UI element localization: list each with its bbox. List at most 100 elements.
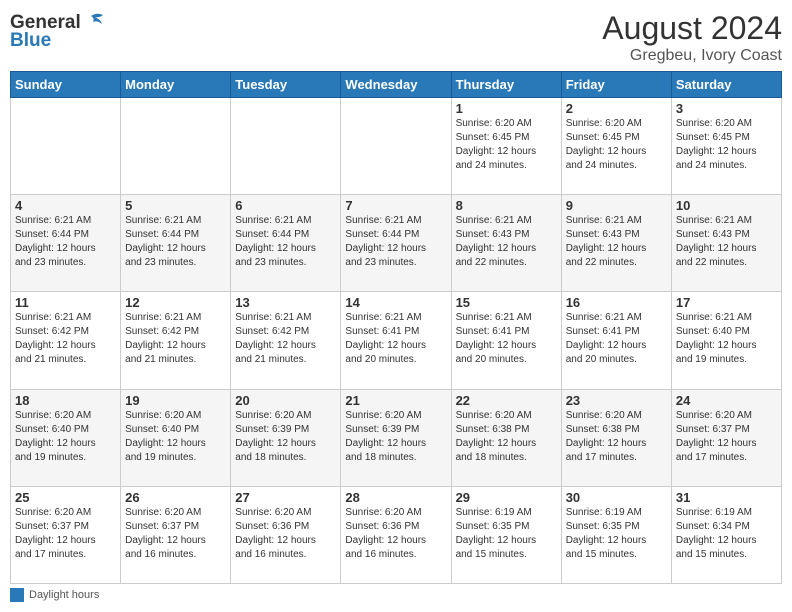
- calendar-header-saturday: Saturday: [671, 72, 781, 98]
- calendar-day-1: 1Sunrise: 6:20 AM Sunset: 6:45 PM Daylig…: [451, 98, 561, 195]
- calendar-week-row: 11Sunrise: 6:21 AM Sunset: 6:42 PM Dayli…: [11, 292, 782, 389]
- day-info: Sunrise: 6:20 AM Sunset: 6:39 PM Dayligh…: [345, 409, 446, 465]
- day-number: 29: [456, 490, 557, 505]
- calendar-day-9: 9Sunrise: 6:21 AM Sunset: 6:43 PM Daylig…: [561, 195, 671, 292]
- day-number: 28: [345, 490, 446, 505]
- day-info: Sunrise: 6:21 AM Sunset: 6:41 PM Dayligh…: [456, 311, 557, 367]
- calendar-day-3: 3Sunrise: 6:20 AM Sunset: 6:45 PM Daylig…: [671, 98, 781, 195]
- day-number: 15: [456, 295, 557, 310]
- calendar-day-8: 8Sunrise: 6:21 AM Sunset: 6:43 PM Daylig…: [451, 195, 561, 292]
- day-info: Sunrise: 6:20 AM Sunset: 6:45 PM Dayligh…: [456, 117, 557, 173]
- header: General Blue August 2024 Gregbeu, Ivory …: [10, 10, 782, 65]
- day-number: 5: [125, 198, 226, 213]
- calendar-day-12: 12Sunrise: 6:21 AM Sunset: 6:42 PM Dayli…: [121, 292, 231, 389]
- day-info: Sunrise: 6:21 AM Sunset: 6:44 PM Dayligh…: [345, 214, 446, 270]
- day-info: Sunrise: 6:20 AM Sunset: 6:37 PM Dayligh…: [15, 506, 116, 562]
- day-info: Sunrise: 6:20 AM Sunset: 6:36 PM Dayligh…: [235, 506, 336, 562]
- page: General Blue August 2024 Gregbeu, Ivory …: [0, 0, 792, 612]
- day-number: 13: [235, 295, 336, 310]
- day-info: Sunrise: 6:21 AM Sunset: 6:42 PM Dayligh…: [15, 311, 116, 367]
- day-info: Sunrise: 6:19 AM Sunset: 6:35 PM Dayligh…: [566, 506, 667, 562]
- day-info: Sunrise: 6:20 AM Sunset: 6:39 PM Dayligh…: [235, 409, 336, 465]
- calendar-day-16: 16Sunrise: 6:21 AM Sunset: 6:41 PM Dayli…: [561, 292, 671, 389]
- day-number: 27: [235, 490, 336, 505]
- calendar-day-11: 11Sunrise: 6:21 AM Sunset: 6:42 PM Dayli…: [11, 292, 121, 389]
- calendar-day-24: 24Sunrise: 6:20 AM Sunset: 6:37 PM Dayli…: [671, 389, 781, 486]
- calendar-header-friday: Friday: [561, 72, 671, 98]
- calendar-day-4: 4Sunrise: 6:21 AM Sunset: 6:44 PM Daylig…: [11, 195, 121, 292]
- day-info: Sunrise: 6:20 AM Sunset: 6:40 PM Dayligh…: [125, 409, 226, 465]
- calendar-day-13: 13Sunrise: 6:21 AM Sunset: 6:42 PM Dayli…: [231, 292, 341, 389]
- calendar-header-wednesday: Wednesday: [341, 72, 451, 98]
- calendar-day-28: 28Sunrise: 6:20 AM Sunset: 6:36 PM Dayli…: [341, 486, 451, 583]
- day-info: Sunrise: 6:20 AM Sunset: 6:45 PM Dayligh…: [566, 117, 667, 173]
- day-info: Sunrise: 6:21 AM Sunset: 6:41 PM Dayligh…: [566, 311, 667, 367]
- day-number: 11: [15, 295, 116, 310]
- day-info: Sunrise: 6:20 AM Sunset: 6:37 PM Dayligh…: [676, 409, 777, 465]
- calendar-week-row: 18Sunrise: 6:20 AM Sunset: 6:40 PM Dayli…: [11, 389, 782, 486]
- calendar-day-21: 21Sunrise: 6:20 AM Sunset: 6:39 PM Dayli…: [341, 389, 451, 486]
- day-number: 26: [125, 490, 226, 505]
- day-number: 3: [676, 101, 777, 116]
- day-info: Sunrise: 6:20 AM Sunset: 6:38 PM Dayligh…: [456, 409, 557, 465]
- day-number: 25: [15, 490, 116, 505]
- day-info: Sunrise: 6:21 AM Sunset: 6:43 PM Dayligh…: [456, 214, 557, 270]
- subtitle: Gregbeu, Ivory Coast: [602, 47, 782, 65]
- calendar-day-29: 29Sunrise: 6:19 AM Sunset: 6:35 PM Dayli…: [451, 486, 561, 583]
- calendar-table: SundayMondayTuesdayWednesdayThursdayFrid…: [10, 71, 782, 584]
- calendar-day-14: 14Sunrise: 6:21 AM Sunset: 6:41 PM Dayli…: [341, 292, 451, 389]
- calendar-header-row: SundayMondayTuesdayWednesdayThursdayFrid…: [11, 72, 782, 98]
- calendar-empty-cell: [121, 98, 231, 195]
- calendar-day-2: 2Sunrise: 6:20 AM Sunset: 6:45 PM Daylig…: [561, 98, 671, 195]
- calendar-empty-cell: [341, 98, 451, 195]
- day-info: Sunrise: 6:20 AM Sunset: 6:37 PM Dayligh…: [125, 506, 226, 562]
- calendar-empty-cell: [11, 98, 121, 195]
- logo-bird-icon: [83, 10, 105, 32]
- legend-label: Daylight hours: [29, 589, 99, 601]
- day-number: 23: [566, 393, 667, 408]
- day-info: Sunrise: 6:21 AM Sunset: 6:44 PM Dayligh…: [125, 214, 226, 270]
- day-number: 30: [566, 490, 667, 505]
- main-title: August 2024: [602, 10, 782, 47]
- day-number: 22: [456, 393, 557, 408]
- day-info: Sunrise: 6:21 AM Sunset: 6:43 PM Dayligh…: [566, 214, 667, 270]
- calendar-day-31: 31Sunrise: 6:19 AM Sunset: 6:34 PM Dayli…: [671, 486, 781, 583]
- calendar-day-23: 23Sunrise: 6:20 AM Sunset: 6:38 PM Dayli…: [561, 389, 671, 486]
- day-info: Sunrise: 6:21 AM Sunset: 6:42 PM Dayligh…: [125, 311, 226, 367]
- day-info: Sunrise: 6:20 AM Sunset: 6:38 PM Dayligh…: [566, 409, 667, 465]
- legend: Daylight hours: [10, 588, 782, 602]
- calendar-week-row: 1Sunrise: 6:20 AM Sunset: 6:45 PM Daylig…: [11, 98, 782, 195]
- day-info: Sunrise: 6:21 AM Sunset: 6:43 PM Dayligh…: [676, 214, 777, 270]
- day-info: Sunrise: 6:20 AM Sunset: 6:36 PM Dayligh…: [345, 506, 446, 562]
- logo-blue: Blue: [10, 30, 51, 52]
- calendar-day-22: 22Sunrise: 6:20 AM Sunset: 6:38 PM Dayli…: [451, 389, 561, 486]
- title-block: August 2024 Gregbeu, Ivory Coast: [602, 10, 782, 65]
- calendar-day-25: 25Sunrise: 6:20 AM Sunset: 6:37 PM Dayli…: [11, 486, 121, 583]
- calendar-header-thursday: Thursday: [451, 72, 561, 98]
- calendar-week-row: 4Sunrise: 6:21 AM Sunset: 6:44 PM Daylig…: [11, 195, 782, 292]
- day-number: 14: [345, 295, 446, 310]
- logo: General Blue: [10, 10, 105, 52]
- day-number: 16: [566, 295, 667, 310]
- day-info: Sunrise: 6:19 AM Sunset: 6:34 PM Dayligh…: [676, 506, 777, 562]
- day-number: 9: [566, 198, 667, 213]
- day-number: 24: [676, 393, 777, 408]
- day-info: Sunrise: 6:21 AM Sunset: 6:44 PM Dayligh…: [235, 214, 336, 270]
- day-number: 10: [676, 198, 777, 213]
- day-info: Sunrise: 6:21 AM Sunset: 6:41 PM Dayligh…: [345, 311, 446, 367]
- day-number: 8: [456, 198, 557, 213]
- day-number: 17: [676, 295, 777, 310]
- day-number: 21: [345, 393, 446, 408]
- calendar-day-27: 27Sunrise: 6:20 AM Sunset: 6:36 PM Dayli…: [231, 486, 341, 583]
- day-number: 2: [566, 101, 667, 116]
- day-number: 1: [456, 101, 557, 116]
- calendar-day-19: 19Sunrise: 6:20 AM Sunset: 6:40 PM Dayli…: [121, 389, 231, 486]
- calendar-day-26: 26Sunrise: 6:20 AM Sunset: 6:37 PM Dayli…: [121, 486, 231, 583]
- calendar-day-5: 5Sunrise: 6:21 AM Sunset: 6:44 PM Daylig…: [121, 195, 231, 292]
- legend-color-box: [10, 588, 24, 602]
- day-number: 12: [125, 295, 226, 310]
- calendar-header-monday: Monday: [121, 72, 231, 98]
- calendar-day-20: 20Sunrise: 6:20 AM Sunset: 6:39 PM Dayli…: [231, 389, 341, 486]
- calendar-day-10: 10Sunrise: 6:21 AM Sunset: 6:43 PM Dayli…: [671, 195, 781, 292]
- day-info: Sunrise: 6:21 AM Sunset: 6:40 PM Dayligh…: [676, 311, 777, 367]
